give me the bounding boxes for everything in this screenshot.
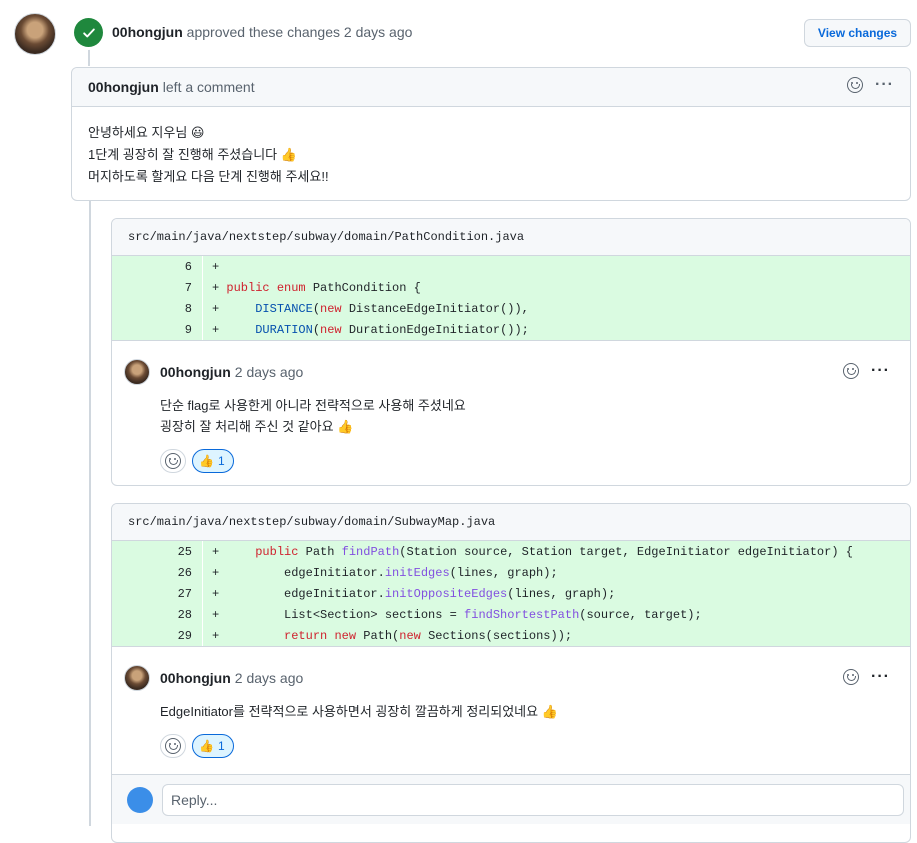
diff-line: 28 + List<Section> sections = findShorte…	[112, 604, 910, 625]
timeline-connector	[88, 46, 90, 66]
file-path[interactable]: src/main/java/nextstep/subway/domain/Pat…	[112, 219, 910, 256]
line-number: 6	[184, 259, 192, 274]
reactions-bar: 👍 1	[124, 449, 898, 473]
line-number: 9	[184, 322, 192, 337]
code-line: + public Path findPath(Station source, S…	[212, 544, 853, 559]
review-author-link[interactable]: 00hongjun	[112, 24, 183, 40]
reactions-bar: 👍 1	[124, 734, 898, 758]
kebab-horizontal-icon[interactable]: ···	[871, 363, 890, 379]
comment-time[interactable]: 2 days ago	[235, 670, 304, 686]
kebab-horizontal-icon[interactable]: ···	[871, 669, 890, 685]
review-status-line: 00hongjun approved these changes 2 days …	[112, 24, 412, 40]
code-line: + DURATION(new DurationEdgeInitiator());	[212, 322, 529, 337]
comment-actions: ···	[847, 77, 894, 93]
review-comment-header: 00hongjun 2 days ago	[124, 665, 898, 691]
code-line: +	[212, 259, 220, 274]
comment-line: 1단계 굉장히 잘 진행해 주셨습니다 👍	[88, 147, 297, 162]
view-changes-button[interactable]: View changes	[804, 19, 911, 47]
file-thread-pathcondition: src/main/java/nextstep/subway/domain/Pat…	[111, 218, 911, 486]
review-action-text: approved these changes	[186, 24, 341, 40]
code-line: + edgeInitiator.initOppositeEdges(lines,…	[212, 586, 616, 601]
comment-line: 머지하도록 할게요 다음 단계 진행해 주세요!!	[88, 169, 329, 184]
thumbs-up-icon: 👍	[199, 454, 214, 468]
comment-line: 안녕하세요 지우님 😃	[88, 125, 205, 140]
add-reaction-button[interactable]	[160, 734, 186, 758]
line-number: 26	[177, 565, 192, 580]
current-user-avatar	[127, 786, 153, 813]
code-line: + return new Path(new Sections(sections)…	[212, 628, 573, 643]
comment-author-link[interactable]: 00hongjun	[160, 364, 231, 380]
avatar[interactable]	[124, 665, 150, 691]
code-line: + edgeInitiator.initEdges(lines, graph);	[212, 565, 558, 580]
thread-connector	[89, 200, 91, 826]
avatar[interactable]	[124, 359, 150, 385]
line-number: 29	[177, 628, 192, 643]
thumbs-up-reaction[interactable]: 👍 1	[192, 449, 234, 473]
thumbs-up-reaction[interactable]: 👍 1	[192, 734, 234, 758]
comment-time[interactable]: 2 days ago	[235, 364, 304, 380]
review-comment: 00hongjun 2 days ago ··· 단순 flag로 사용한게 아니…	[112, 340, 910, 473]
review-comment: 00hongjun 2 days ago ··· EdgeInitiator를 전…	[112, 646, 910, 774]
reply-input[interactable]: Reply...	[162, 783, 904, 816]
reaction-count: 1	[217, 739, 225, 753]
diff-hunk: 6 + 7 + public enum PathCondition { 8 + …	[112, 256, 910, 340]
reaction-count: 1	[217, 454, 225, 468]
comment-header: 00hongjun left a comment	[72, 68, 910, 107]
smiley-icon	[165, 738, 181, 754]
code-line: + public enum PathCondition {	[212, 280, 421, 295]
add-reaction-button[interactable]	[160, 449, 186, 473]
kebab-horizontal-icon[interactable]: ···	[875, 77, 894, 93]
review-comment-header: 00hongjun 2 days ago	[124, 359, 898, 385]
review-comment-body: 단순 flag로 사용한게 아니라 전략적으로 사용해 주셨네요 굉장히 잘 처…	[124, 395, 898, 437]
diff-hunk: 25 + public Path findPath(Station source…	[112, 541, 910, 646]
line-number: 27	[177, 586, 192, 601]
diff-line: 25 + public Path findPath(Station source…	[112, 541, 910, 562]
comment-line: 굉장히 잘 처리해 주신 것 같아요 👍	[160, 419, 354, 434]
diff-line: 6 +	[112, 256, 910, 277]
smiley-icon[interactable]	[847, 77, 864, 93]
diff-line: 9 + DURATION(new DurationEdgeInitiator()…	[112, 319, 910, 340]
code-line: + DISTANCE(new DistanceEdgeInitiator()),	[212, 301, 529, 316]
comment-actions: ···	[843, 669, 890, 685]
diff-line: 29 + return new Path(new Sections(sectio…	[112, 625, 910, 646]
smiley-icon[interactable]	[843, 363, 860, 379]
comment-author-link[interactable]: 00hongjun	[160, 670, 231, 686]
comment-action-text: left a comment	[162, 79, 255, 95]
code-line: + List<Section> sections = findShortestP…	[212, 607, 702, 622]
thumbs-up-icon: 👍	[199, 739, 214, 753]
smiley-icon	[165, 453, 181, 469]
file-path[interactable]: src/main/java/nextstep/subway/domain/Sub…	[112, 504, 910, 541]
review-comment-body: EdgeInitiator를 전략적으로 사용하면서 굉장히 깔끔하게 정리되었…	[124, 701, 898, 722]
diff-line: 8 + DISTANCE(new DistanceEdgeInitiator()…	[112, 298, 910, 319]
review-summary-comment: 00hongjun left a comment ··· 안녕하세요 지우님 😃…	[71, 67, 911, 201]
file-thread-subwaymap: src/main/java/nextstep/subway/domain/Sub…	[111, 503, 911, 843]
line-number: 25	[177, 544, 192, 559]
comment-actions: ···	[843, 363, 890, 379]
comment-body: 안녕하세요 지우님 😃 1단계 굉장히 잘 진행해 주셨습니다 👍 머지하도록 …	[72, 107, 910, 188]
reply-bar: Reply...	[112, 774, 910, 824]
check-circle-icon	[74, 18, 103, 47]
comment-line: 단순 flag로 사용한게 아니라 전략적으로 사용해 주셨네요	[160, 398, 466, 413]
review-time[interactable]: 2 days ago	[344, 24, 413, 40]
reviewer-avatar[interactable]	[14, 13, 56, 55]
line-number: 7	[184, 280, 192, 295]
comment-author-link[interactable]: 00hongjun	[88, 79, 159, 95]
diff-line: 26 + edgeInitiator.initEdges(lines, grap…	[112, 562, 910, 583]
diff-line: 7 + public enum PathCondition {	[112, 277, 910, 298]
line-number: 8	[184, 301, 192, 316]
diff-line: 27 + edgeInitiator.initOppositeEdges(lin…	[112, 583, 910, 604]
comment-line: EdgeInitiator를 전략적으로 사용하면서 굉장히 깔끔하게 정리되었…	[160, 704, 558, 719]
line-number: 28	[177, 607, 192, 622]
smiley-icon[interactable]	[843, 669, 860, 685]
